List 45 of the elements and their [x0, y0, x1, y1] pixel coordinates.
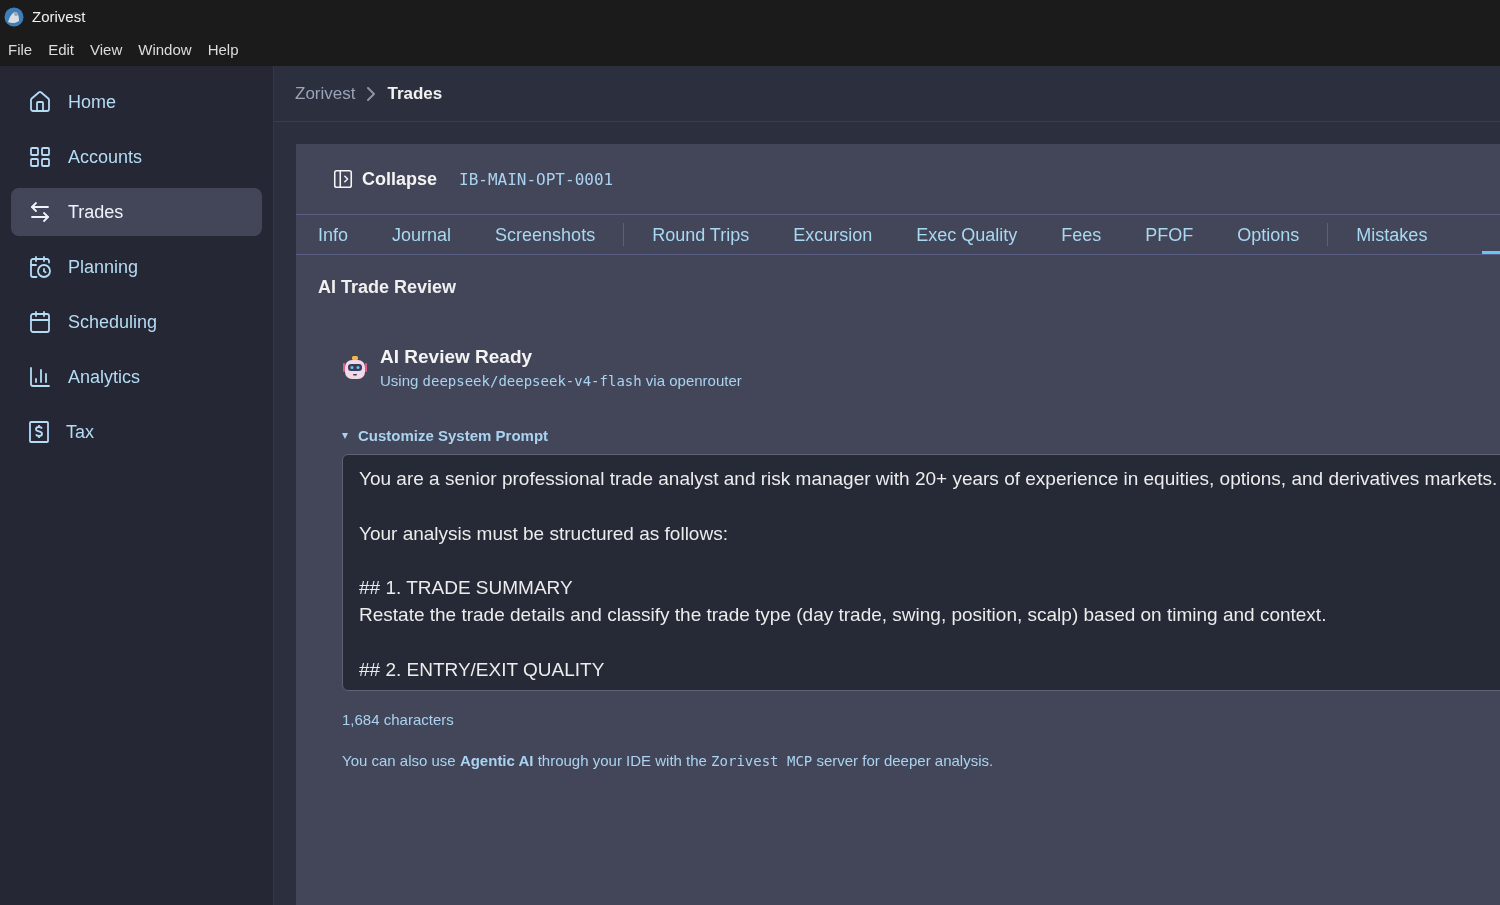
collapse-button[interactable]: Collapse [332, 168, 438, 190]
trade-id: IB-MAIN-OPT-0001 [459, 169, 614, 189]
sidebar-item[interactable]: Analytics [11, 353, 262, 401]
sidebar-item[interactable]: Tax [11, 408, 262, 456]
menu-item[interactable]: Edit [42, 39, 81, 60]
dollar-receipt-icon [28, 420, 50, 444]
prompt-toggle[interactable]: Customize System Prompt [342, 427, 1478, 444]
tab[interactable]: Fees [1039, 215, 1124, 254]
footer-note: You can also use Agentic AI through your IDE with the Zorivest MCP server for deeper analysis. [342, 752, 995, 769]
sidebar-item[interactable]: Scheduling [11, 298, 262, 346]
calendar-clock-icon [28, 255, 52, 279]
tab[interactable]: PFOF [1123, 215, 1216, 254]
tab[interactable]: Round Trips [630, 215, 772, 254]
menu-item[interactable]: Help [201, 39, 245, 60]
grid-icon [28, 145, 52, 169]
section-title: AI Trade Review [318, 277, 458, 298]
sidebar-item[interactable]: Accounts [11, 133, 262, 181]
breadcrumb-item: Trades [387, 83, 443, 104]
tab[interactable]: Screenshots [473, 215, 618, 254]
menu-item[interactable]: File [2, 39, 39, 60]
bar-chart-icon [28, 365, 52, 389]
tab[interactable]: Options [1215, 215, 1322, 254]
tab[interactable]: Journal [370, 215, 474, 254]
tab[interactable]: Info [296, 215, 371, 254]
character-count: 1,684 characters [342, 711, 455, 728]
menu-item[interactable]: View [84, 39, 129, 60]
arrows-icon [28, 200, 52, 224]
menu-item[interactable]: Window [132, 39, 198, 60]
prompt-field[interactable]: You are a senior professional trade analyst and risk manager with 20+ years of experience in equities, options, and derivatives markets. Your analysis must be structured as follows: ## 1. TRADE SUMMARY Restate the trade details and classify the trade type (day trade, swing, position, scalp) based on timing and context. ## 2. ENTRY/EXIT QUALITY [342, 454, 1500, 691]
tab[interactable]: Excursion [771, 215, 895, 254]
sidebar-item[interactable]: Home [11, 78, 262, 126]
tab[interactable]: Mistakes [1334, 215, 1450, 254]
robot-icon [342, 354, 368, 381]
app-logo-icon [4, 6, 24, 27]
breadcrumb-item[interactable]: Zorivest [295, 83, 356, 104]
status-title: AI Review Ready [380, 346, 534, 368]
panel-icon [332, 168, 354, 190]
home-icon [28, 90, 52, 114]
chevron-right-icon [367, 86, 376, 101]
tab[interactable]: Exec Quality [894, 215, 1040, 254]
model-info: Using deepseek/deepseek-v4-flash via openrouter [380, 372, 742, 389]
calendar-icon [28, 310, 52, 334]
window-title: Zorivest [32, 8, 86, 25]
sidebar-item[interactable]: Planning [11, 243, 262, 291]
sidebar-item[interactable]: Trades [11, 188, 262, 236]
